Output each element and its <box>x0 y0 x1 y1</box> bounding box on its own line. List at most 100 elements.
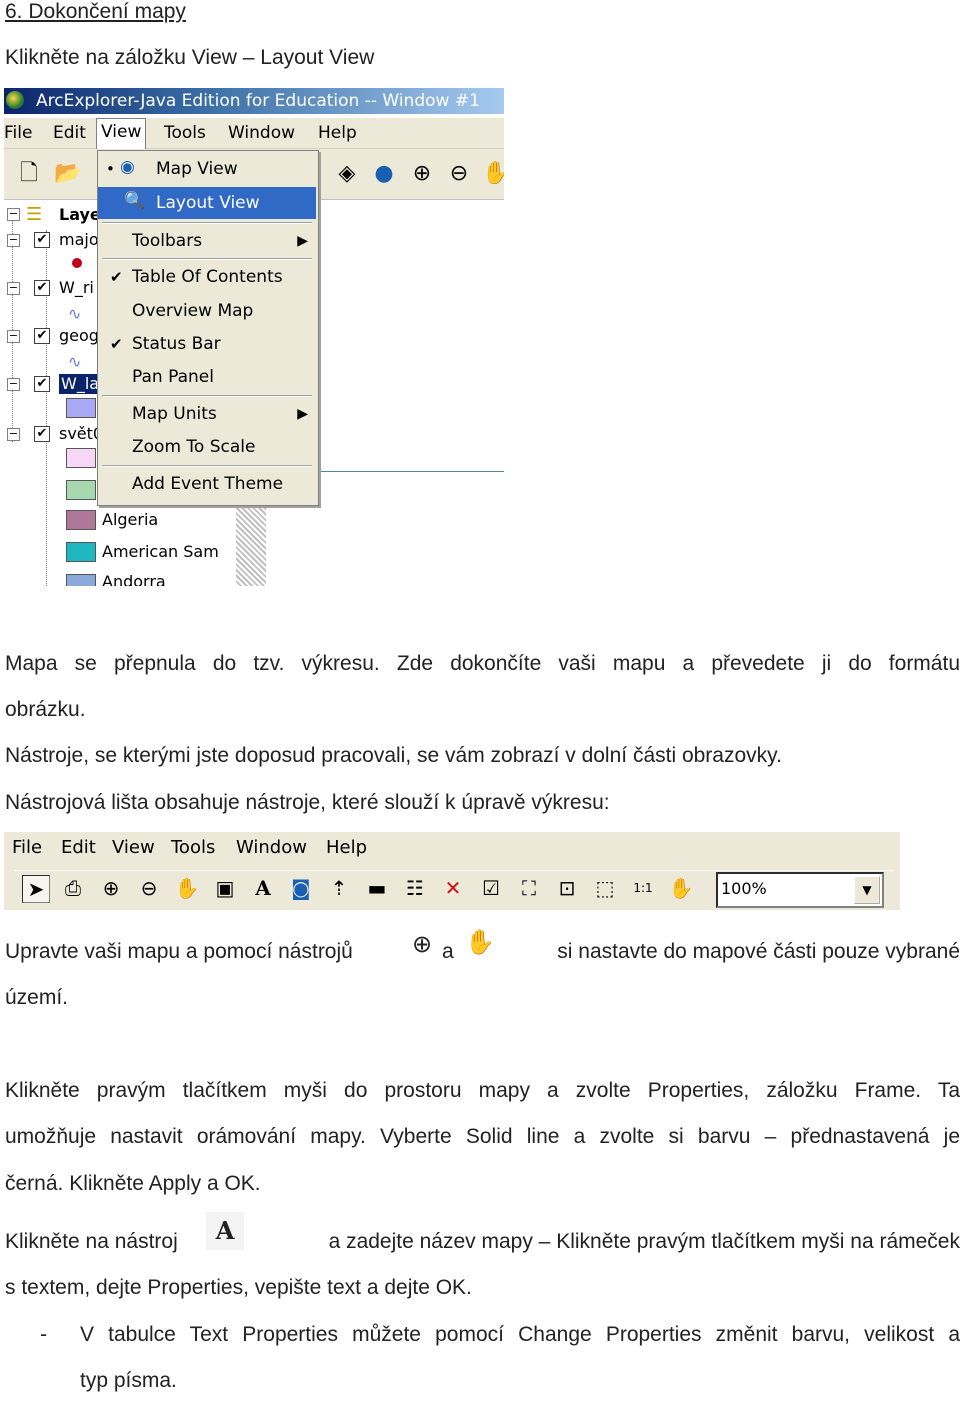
menu-item-zoom-to-scale[interactable]: Zoom To Scale <box>98 431 316 463</box>
layer-row[interactable]: − ✔ W_ri <box>4 276 104 300</box>
paragraph-2: Nástroje, se kterými jste doposud pracov… <box>5 744 782 767</box>
layer-row[interactable]: − ✔ svět0 <box>4 422 104 446</box>
intro-text: Klikněte na záložku View – Layout View <box>5 46 375 69</box>
layer-row-selected[interactable]: − ✔ W_la <box>4 372 104 396</box>
layer-name: W_la <box>59 374 102 394</box>
globe-icon[interactable]: ● <box>371 161 397 187</box>
section-heading: 6. Dokončení mapy <box>5 0 186 23</box>
view-dropdown-menu: • ◉ Map View 🔍 Layout View Toolbars ▶ ✔ … <box>97 150 319 506</box>
zoom-full-icon[interactable]: ⛶ <box>516 875 542 901</box>
delete-icon[interactable]: ✕ <box>440 875 466 901</box>
zoom-actual-size-icon[interactable]: 1:1 <box>630 875 656 901</box>
polygon-swatch <box>66 542 96 562</box>
layer-name: W_ri <box>59 278 94 297</box>
menu-item-pan-panel[interactable]: Pan Panel <box>98 361 316 393</box>
north-arrow-icon[interactable]: ⇡ <box>326 875 352 901</box>
select-arrow-icon[interactable]: ➤ <box>22 875 50 903</box>
layers-root[interactable]: − ☰ Laye <box>4 204 104 228</box>
zoom-out-icon[interactable]: ⊖ <box>446 161 472 187</box>
scrollbar[interactable] <box>236 503 266 586</box>
layer-checkbox[interactable]: ✔ <box>34 280 50 296</box>
menu-view[interactable]: View <box>112 834 155 862</box>
polygon-swatch <box>66 480 96 500</box>
zoom-in-icon[interactable]: ⊕ <box>409 161 435 187</box>
pan-page-icon[interactable]: ✋ <box>668 875 694 901</box>
text-tool-icon[interactable]: A <box>250 875 276 901</box>
legend-item: Algeria <box>102 510 159 529</box>
menu-item-table-of-contents[interactable]: ✔ Table Of Contents <box>98 261 316 293</box>
menu-window[interactable]: Window <box>228 120 295 146</box>
polygon-swatch <box>66 510 96 530</box>
legend-item: American Sam <box>102 542 219 561</box>
collapse-icon[interactable]: − <box>7 428 20 441</box>
pan-hand-icon[interactable]: ✋ <box>482 161 504 187</box>
menu-help[interactable]: Help <box>326 834 367 862</box>
pan-hand-icon[interactable]: ✋ <box>174 875 200 901</box>
chevron-down-icon[interactable]: ▼ <box>854 876 880 904</box>
submenu-arrow-icon: ▶ <box>297 406 308 422</box>
arcexplorer-view-menu-screenshot: ArcExplorer-Java Edition for Education -… <box>4 88 504 586</box>
polygon-swatch <box>66 574 96 586</box>
layout-toolbar-screenshot: File Edit View Tools Window Help ➤ ⎙ ⊕ ⊖… <box>4 832 900 910</box>
properties-icon[interactable]: ☑ <box>478 875 504 901</box>
menu-help[interactable]: Help <box>318 120 357 146</box>
paragraph-6-part1: Klikněte na nástroj <box>5 1230 178 1253</box>
menu-item-map-units[interactable]: Map Units ▶ <box>98 398 316 430</box>
legend-icon[interactable]: ☷ <box>402 875 428 901</box>
print-icon[interactable]: ⎙ <box>60 875 86 901</box>
menu-file[interactable]: File <box>4 120 32 146</box>
collapse-icon[interactable]: − <box>7 208 20 221</box>
menu-item-status-bar[interactable]: ✔ Status Bar <box>98 328 316 360</box>
window-title: ArcExplorer-Java Edition for Education -… <box>36 91 480 111</box>
menu-view[interactable]: View <box>96 118 147 149</box>
paragraph-3: Nástrojová lišta obsahuje nástroje, kter… <box>5 791 610 814</box>
map-boundary-line <box>314 471 504 472</box>
collapse-icon[interactable]: − <box>7 234 20 247</box>
menu-edit[interactable]: Edit <box>53 120 86 146</box>
bullet-line2: typ písma. <box>80 1369 177 1392</box>
globe-icon <box>6 91 24 109</box>
collapse-icon[interactable]: − <box>7 378 20 391</box>
menu-file[interactable]: File <box>12 834 42 862</box>
collapse-icon[interactable]: − <box>7 330 20 343</box>
paragraph-6-part2: a zadejte název mapy – Klikněte pravým t… <box>328 1230 960 1253</box>
zoom-in-icon[interactable]: ⊕ <box>98 875 124 901</box>
collapse-icon[interactable]: − <box>7 282 20 295</box>
zoom-in-icon: ⊕ <box>408 930 436 960</box>
menu-item-layout-view[interactable]: 🔍 Layout View <box>98 187 316 219</box>
layer-row[interactable]: − ✔ majo <box>4 228 104 252</box>
menu-item-overview-map[interactable]: Overview Map <box>98 295 316 327</box>
menu-item-map-view[interactable]: • ◉ Map View <box>98 153 316 185</box>
radio-bullet-icon: • <box>106 160 115 178</box>
layer-row[interactable]: − ✔ geog <box>4 324 104 348</box>
paragraph-4-part1: Upravte vaši mapu a pomocí nástrojů <box>5 940 353 963</box>
menu-edit[interactable]: Edit <box>61 834 96 862</box>
menu-item-add-event-theme[interactable]: Add Event Theme <box>98 468 316 500</box>
layers-label: Laye <box>59 205 101 224</box>
menu-window[interactable]: Window <box>236 834 307 862</box>
menu-tools[interactable]: Tools <box>164 120 206 146</box>
paragraph-5-line1: Klikněte pravým tlačítkem myši do prosto… <box>5 1079 960 1102</box>
menu-item-toolbars[interactable]: Toolbars ▶ <box>98 225 316 257</box>
zoom-extent-icon[interactable]: ⬚ <box>592 875 618 901</box>
insert-image-icon[interactable]: ▣ <box>212 875 238 901</box>
text-tool-icon: A <box>206 1212 244 1250</box>
checkmark-icon: ✔ <box>110 335 123 353</box>
polygon-swatch <box>66 398 96 418</box>
new-document-icon[interactable]: 🗋 <box>16 161 42 187</box>
pan-hand-icon: ✋ <box>464 928 496 958</box>
zoom-level-select[interactable]: 100% ▼ <box>716 872 884 908</box>
scale-bar-icon[interactable]: ▬ <box>364 875 390 901</box>
zoom-page-icon[interactable]: ⊡ <box>554 875 580 901</box>
identify-icon[interactable]: ◈ <box>334 161 360 187</box>
open-folder-icon[interactable]: 📂 <box>54 161 81 187</box>
paragraph-6-line2: s textem, dejte Properties, vepište text… <box>5 1276 472 1299</box>
layer-checkbox[interactable]: ✔ <box>34 328 50 344</box>
layer-checkbox[interactable]: ✔ <box>34 376 50 392</box>
layer-checkbox[interactable]: ✔ <box>34 426 50 442</box>
map-frame-icon[interactable]: ◙ <box>288 875 314 901</box>
window-titlebar: ArcExplorer-Java Edition for Education -… <box>4 88 504 114</box>
menu-tools[interactable]: Tools <box>171 834 215 862</box>
zoom-out-icon[interactable]: ⊖ <box>136 875 162 901</box>
layer-checkbox[interactable]: ✔ <box>34 232 50 248</box>
